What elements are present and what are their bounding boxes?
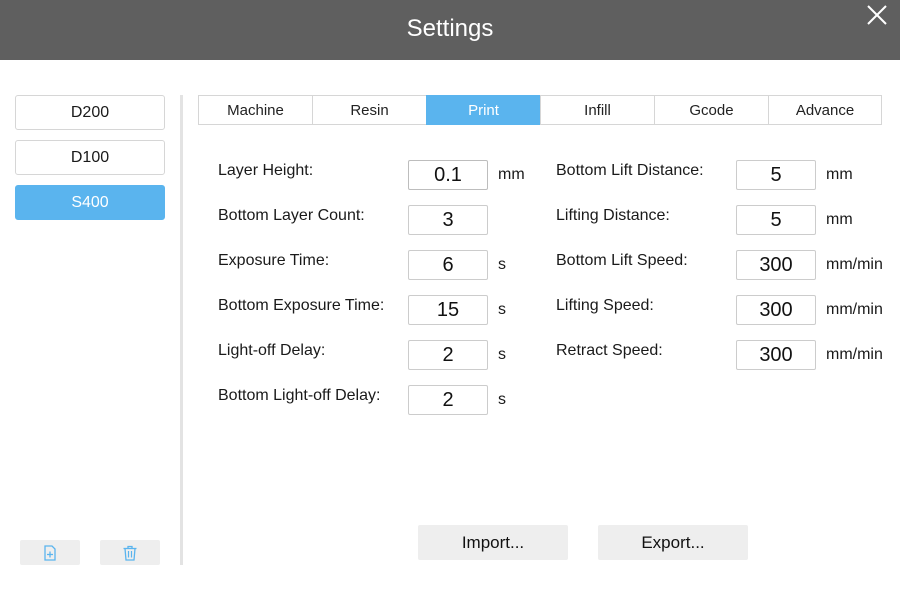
profile-item-d100[interactable]: D100 [15, 140, 165, 175]
sidebar-divider [180, 95, 183, 565]
trash-icon [123, 545, 137, 561]
bottom-light-off-delay-input[interactable] [408, 385, 488, 415]
bottom-layer-count-input[interactable] [408, 205, 488, 235]
profile-item-s400[interactable]: S400 [15, 185, 165, 220]
bottom-exposure-time-unit: s [498, 301, 506, 318]
exposure-time-unit: s [498, 256, 506, 273]
lifting-distance-label: Lifting Distance: [556, 207, 670, 224]
bottom-lift-speed-label: Bottom Lift Speed: [556, 252, 688, 269]
bottom-lift-distance-input[interactable] [736, 160, 816, 190]
lifting-speed-input[interactable] [736, 295, 816, 325]
retract-speed-input[interactable] [736, 340, 816, 370]
settings-tabs: Machine Resin Print Infill Gcode Advance [198, 95, 882, 125]
tab-print[interactable]: Print [426, 95, 540, 125]
bottom-light-off-delay-label: Bottom Light-off Delay: [218, 387, 381, 404]
close-icon[interactable] [866, 4, 888, 26]
light-off-delay-input[interactable] [408, 340, 488, 370]
bottom-exposure-time-input[interactable] [408, 295, 488, 325]
retract-speed-unit: mm/min [826, 346, 883, 363]
tab-resin[interactable]: Resin [312, 95, 426, 125]
exposure-time-input[interactable] [408, 250, 488, 280]
delete-profile-button[interactable] [100, 540, 160, 565]
lifting-distance-unit: mm [826, 211, 853, 228]
light-off-delay-label: Light-off Delay: [218, 342, 326, 359]
bottom-lift-speed-unit: mm/min [826, 256, 883, 273]
title-bar: Settings [0, 0, 900, 60]
layer-height-unit: mm [498, 166, 525, 183]
tab-advance[interactable]: Advance [768, 95, 882, 125]
profile-list: D200 D100 S400 [15, 95, 165, 230]
lifting-distance-input[interactable] [736, 205, 816, 235]
profile-item-d200[interactable]: D200 [15, 95, 165, 130]
exposure-time-label: Exposure Time: [218, 252, 330, 269]
tab-infill[interactable]: Infill [540, 95, 654, 125]
new-profile-button[interactable] [20, 540, 80, 565]
bottom-layer-count-label: Bottom Layer Count: [218, 207, 365, 224]
bottom-lift-speed-input[interactable] [736, 250, 816, 280]
bottom-lift-distance-unit: mm [826, 166, 853, 183]
export-button[interactable]: Export... [598, 525, 748, 560]
new-file-icon [44, 544, 56, 561]
lifting-speed-unit: mm/min [826, 301, 883, 318]
layer-height-label: Layer Height: [218, 162, 314, 179]
tab-gcode[interactable]: Gcode [654, 95, 768, 125]
lifting-speed-label: Lifting Speed: [556, 297, 654, 314]
retract-speed-label: Retract Speed: [556, 342, 663, 359]
light-off-delay-unit: s [498, 346, 506, 363]
import-button[interactable]: Import... [418, 525, 568, 560]
tab-machine[interactable]: Machine [198, 95, 312, 125]
bottom-light-off-delay-unit: s [498, 391, 506, 408]
layer-height-input[interactable] [408, 160, 488, 190]
bottom-lift-distance-label: Bottom Lift Distance: [556, 162, 704, 179]
bottom-exposure-time-label: Bottom Exposure Time: [218, 297, 385, 314]
window-title: Settings [406, 15, 494, 42]
